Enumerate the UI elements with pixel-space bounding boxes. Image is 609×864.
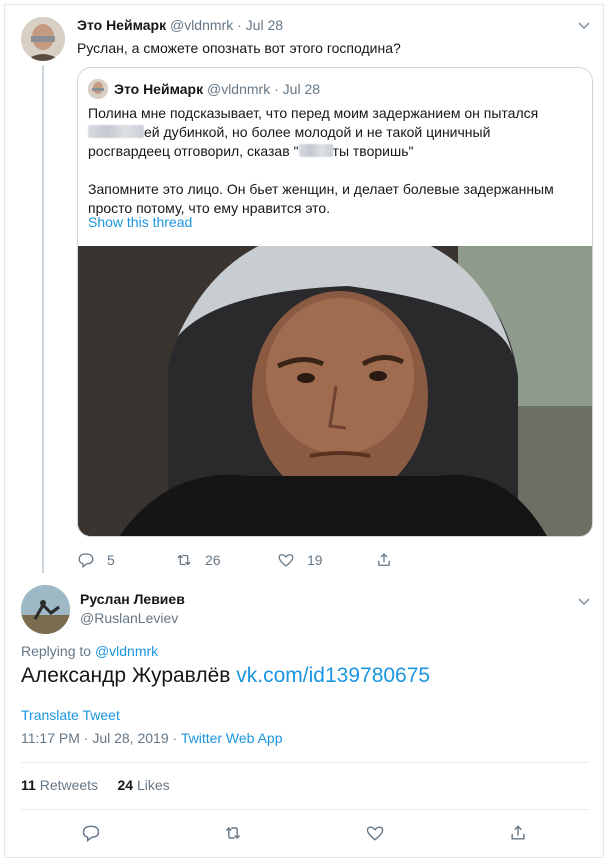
dot-separator: · (237, 17, 242, 33)
likes-count: 24 (117, 777, 134, 793)
avatar[interactable] (21, 17, 65, 61)
reply-button[interactable]: 5 (77, 550, 115, 570)
translate-tweet-link[interactable]: Translate Tweet (21, 707, 120, 723)
reply-icon (82, 825, 100, 842)
author-name[interactable]: Руслан Левиев (80, 591, 185, 607)
divider (21, 762, 589, 763)
chevron-down-icon[interactable] (578, 595, 590, 609)
reply-icon (78, 553, 94, 569)
like-count: 19 (307, 552, 323, 568)
share-button[interactable] (375, 550, 393, 570)
tweet-date[interactable]: Jul 28 (246, 17, 283, 33)
like-icon (278, 554, 294, 567)
show-thread-link[interactable]: Show this thread (88, 214, 192, 230)
avatar-photo (21, 17, 65, 61)
chevron-down-icon[interactable] (578, 19, 590, 33)
author-handle[interactable]: @vldnmrk (170, 17, 233, 33)
quoted-avatar (88, 79, 108, 99)
quoted-tweet-card[interactable]: Это Неймарк @vldnmrk · Jul 28 Полина мне… (77, 67, 593, 537)
quoted-line-3: росгвардеец отговорил, сказав " ты твориш… (88, 143, 414, 159)
likes-stat[interactable]: 24 Likes (118, 777, 170, 793)
share-icon (378, 553, 390, 566)
thread-connector-line (42, 65, 44, 573)
replying-to-link[interactable]: @vldnmrk (95, 643, 158, 659)
retweet-icon (177, 554, 191, 566)
quoted-photo[interactable] (78, 226, 592, 536)
tweet-thread-frame: Это Неймарк @vldnmrk · Jul 28 Руслан, а … (4, 4, 604, 858)
redacted-word (298, 144, 333, 157)
tweet-meta: 11:17 PM · Jul 28, 2019 · Twitter Web Ap… (21, 730, 283, 746)
vk-link[interactable]: vk.com/id139780675 (236, 664, 430, 687)
engagement-stats: 11 Retweets 24 Likes (21, 777, 170, 793)
quoted-text: Полина мне подсказывает, что перед моим … (88, 104, 584, 218)
dot-separator: · (274, 81, 279, 97)
retweet-button[interactable] (223, 823, 243, 843)
share-button[interactable] (508, 823, 528, 843)
like-button[interactable]: 19 (277, 550, 323, 570)
redacted-word (88, 125, 144, 138)
retweets-count: 11 (21, 777, 36, 793)
author-name[interactable]: Это Неймарк (77, 17, 166, 33)
avatar-photo (21, 585, 70, 634)
retweet-icon (225, 826, 241, 840)
divider (21, 809, 589, 810)
retweets-stat[interactable]: 11 Retweets (21, 777, 98, 793)
quoted-date: Jul 28 (282, 81, 321, 97)
timestamp[interactable]: 11:17 PM · Jul 28, 2019 · (21, 730, 177, 746)
quoted-line-2: ей дубинкой, но более молодой и не такой… (88, 123, 584, 142)
reply-button[interactable] (81, 823, 101, 843)
retweet-button[interactable]: 26 (175, 550, 221, 570)
source-app[interactable]: Twitter Web App (181, 730, 283, 746)
photo-illustration (78, 226, 592, 536)
quoted-paragraph-2: Запомните это лицо. Он бьет женщин, и де… (88, 181, 554, 216)
tweet-header: Это Неймарк @vldnmrk · Jul 28 (77, 16, 283, 34)
like-button[interactable] (365, 823, 385, 843)
quoted-handle: @vldnmrk (206, 81, 271, 97)
retweet-count: 26 (205, 552, 221, 568)
avatar[interactable] (21, 585, 70, 634)
quoted-author-name: Это Неймарк (114, 81, 204, 97)
tweet-body: Александр Журавлёв (21, 664, 231, 687)
quoted-line-1: Полина мне подсказывает, что перед моим … (88, 105, 539, 121)
author-handle[interactable]: @RuslanLeviev (80, 610, 178, 626)
tweet-text: Руслан, а сможете опознать вот этого гос… (77, 40, 401, 56)
reply-count: 5 (107, 552, 115, 568)
replying-to: Replying to @vldnmrk (21, 643, 159, 659)
quoted-header: Это Неймарк @vldnmrk · Jul 28 (114, 80, 320, 98)
like-icon (366, 826, 384, 841)
tweet-text: Александр Журавлёв vk.com/id139780675 (21, 661, 430, 691)
share-icon (511, 825, 525, 840)
